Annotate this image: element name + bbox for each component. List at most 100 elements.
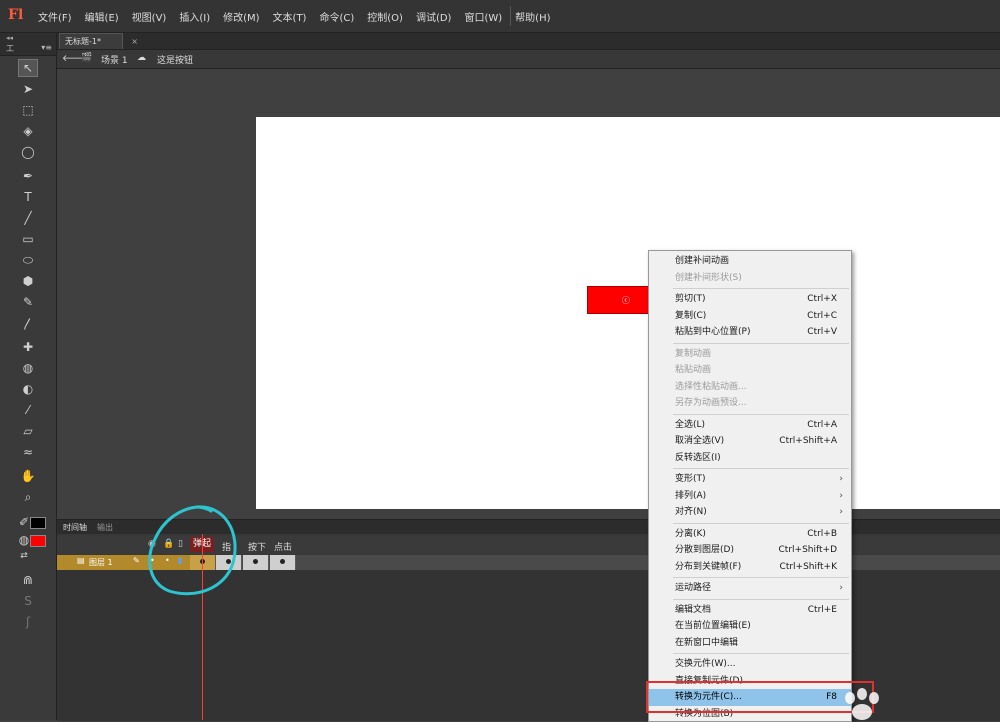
context-menu-item[interactable]: 分散到图层(D)Ctrl+Shift+D [649,542,851,559]
frame-label-hit[interactable]: 点击 [274,540,292,553]
context-menu-item[interactable]: 分布到关键帧(F)Ctrl+Shift+K [649,559,851,576]
hand-tool-icon[interactable]: ✋ [18,467,38,485]
swap-colors-icon[interactable]: ⇄ [14,547,34,565]
menu-separator [673,414,849,415]
menu-commands[interactable]: 命令(C) [319,9,354,24]
menu-item-convert-to-symbol[interactable]: 转换为元件(C)...F8 [649,689,851,706]
playhead[interactable] [202,534,203,720]
context-menu-item[interactable]: 复制动画 [649,346,851,363]
context-menu-item[interactable]: 运动路径› [649,580,851,597]
context-menu-item[interactable]: 分离(K)Ctrl+B [649,526,851,543]
fill-color-swatch[interactable] [30,535,46,547]
oval-tool-icon[interactable]: ⬭ [18,251,38,269]
pen-tool-icon[interactable]: ✒ [18,167,38,185]
context-menu-item[interactable]: 剪切(T)Ctrl+X [649,291,851,308]
context-menu-item[interactable]: 在当前位置编辑(E) [649,618,851,635]
eraser-tool-icon[interactable]: ▱ [18,422,38,440]
width-tool-icon[interactable]: ≈ [18,443,38,461]
layer-name-cell[interactable]: ▤ 图层 1 ✎ • • ▮ [57,555,190,570]
layer-name[interactable]: 图层 1 [89,557,113,568]
symbol-breadcrumb[interactable]: 这是按钮 [157,53,193,66]
smooth-icon[interactable]: S [18,592,38,610]
context-menu-item[interactable]: 取消全选(V)Ctrl+Shift+A [649,433,851,450]
selection-tool-icon[interactable]: ↖ [18,59,38,77]
panel-options-icon[interactable]: ▾≡ [41,43,52,52]
red-button-shape[interactable]: ⓒ [587,286,649,314]
menu-view[interactable]: 视图(V) [132,9,167,24]
context-menu-item[interactable]: 创建补间形状(S) [649,270,851,287]
menu-debug[interactable]: 调试(D) [416,9,452,24]
context-menu-item[interactable]: 全选(L)Ctrl+A [649,417,851,434]
stroke-color-swatch[interactable] [30,517,46,529]
context-menu-item[interactable]: 编辑文档Ctrl+E [649,602,851,619]
main-menu: 文件(F) 编辑(E) 视图(V) 插入(I) 修改(M) 文本(T) 命令(C… [38,0,564,32]
menu-help[interactable]: 帮助(H) [515,9,550,24]
menu-separator [673,523,849,524]
context-menu-item[interactable]: 变形(T)› [649,471,851,488]
lasso-tool-icon[interactable]: ◯ [18,143,38,161]
keyframe-up[interactable] [190,555,216,570]
menu-modify[interactable]: 修改(M) [223,9,259,24]
layer-row[interactable]: ▤ 图层 1 ✎ • • ▮ [57,555,1000,570]
menu-item-label: 粘贴到中心位置(P) [675,327,750,337]
outline-color-icon[interactable]: ▮ [178,556,182,565]
context-menu-item[interactable]: 另存为动画预设... [649,395,851,412]
collapse-icon[interactable]: ◂◂ [6,34,13,42]
rectangle-tool-icon[interactable]: ▭ [18,230,38,248]
ink-bottle-tool-icon[interactable]: ◐ [18,380,38,398]
lock-dot-icon[interactable]: • [165,556,170,565]
menu-separator [673,653,849,654]
menu-control[interactable]: 控制(O) [367,9,403,24]
eye-icon[interactable]: ◉ [148,539,156,549]
menu-text[interactable]: 文本(T) [273,9,307,24]
context-menu-item[interactable]: 在新窗口中编辑 [649,635,851,652]
zoom-tool-icon[interactable]: ⌕ [18,488,38,506]
menu-item-label: 交换元件(W)... [675,659,736,669]
context-menu-item[interactable]: 粘贴动画 [649,362,851,379]
pencil-tool-icon[interactable]: ✎ [18,293,38,311]
paint-bucket-tool-icon[interactable]: ◍ [18,359,38,377]
document-tab[interactable]: 无标题-1* × [59,33,123,49]
menu-file[interactable]: 文件(F) [38,9,72,24]
menu-insert[interactable]: 插入(I) [179,9,210,24]
straighten-icon[interactable]: ʃ [18,613,38,631]
context-menu-item[interactable]: 排列(A)› [649,488,851,505]
line-tool-icon[interactable]: ╱ [18,209,38,227]
visibility-dot-icon[interactable]: • [150,556,155,565]
menu-window[interactable]: 窗口(W) [464,9,502,24]
polystar-tool-icon[interactable]: ⬢ [18,272,38,290]
text-tool-icon[interactable]: T [18,188,38,206]
context-menu-item[interactable]: 对齐(N)› [649,504,851,521]
context-menu-item[interactable]: 交换元件(W)... [649,656,851,673]
3d-rotation-tool-icon[interactable]: ◈ [18,122,38,140]
tab-timeline[interactable]: 时间轴 [63,522,87,533]
frame-label-over[interactable]: 指 [222,540,231,553]
menu-item-label: 在新窗口中编辑 [675,638,738,648]
menu-edit[interactable]: 编辑(E) [85,9,119,24]
frame-cells[interactable] [190,555,1000,570]
context-menu-item[interactable]: 粘贴到中心位置(P)Ctrl+V [649,324,851,341]
snap-to-objects-icon[interactable]: ⋒ [18,571,38,589]
keyframe-over[interactable] [216,555,242,570]
keyframe-down[interactable] [243,555,269,570]
frame-label-down[interactable]: 按下 [248,540,266,553]
eyedropper-tool-icon[interactable]: ⁄ [18,401,38,419]
subselection-tool-icon[interactable]: ➤ [18,80,38,98]
keyframe-hit[interactable] [270,555,296,570]
context-menu-item[interactable]: 选择性粘贴动画... [649,379,851,396]
context-menu-item[interactable]: 创建补间动画 [649,253,851,270]
close-icon[interactable]: × [131,34,138,49]
free-transform-tool-icon[interactable]: ⬚ [18,101,38,119]
context-menu-item[interactable]: 反转选区(I) [649,450,851,467]
edit-bar: 🡐 🎬 场景 1 ☁ 这是按钮 [57,50,1000,69]
bone-tool-icon[interactable]: ✚ [18,338,38,356]
outline-icon[interactable]: ▯ [178,539,183,549]
context-menu-item[interactable]: 复制(C)Ctrl+C [649,308,851,325]
scene-breadcrumb[interactable]: 场景 1 [101,53,128,66]
context-menu-item[interactable]: 直接复制元件(D)... [649,673,851,690]
lock-icon[interactable]: 🔒 [163,539,174,549]
menu-separator [673,468,849,469]
tab-output[interactable]: 输出 [97,522,113,533]
brush-tool-icon[interactable]: 〳 [18,314,38,332]
timeline-empty-area[interactable] [57,570,1000,721]
